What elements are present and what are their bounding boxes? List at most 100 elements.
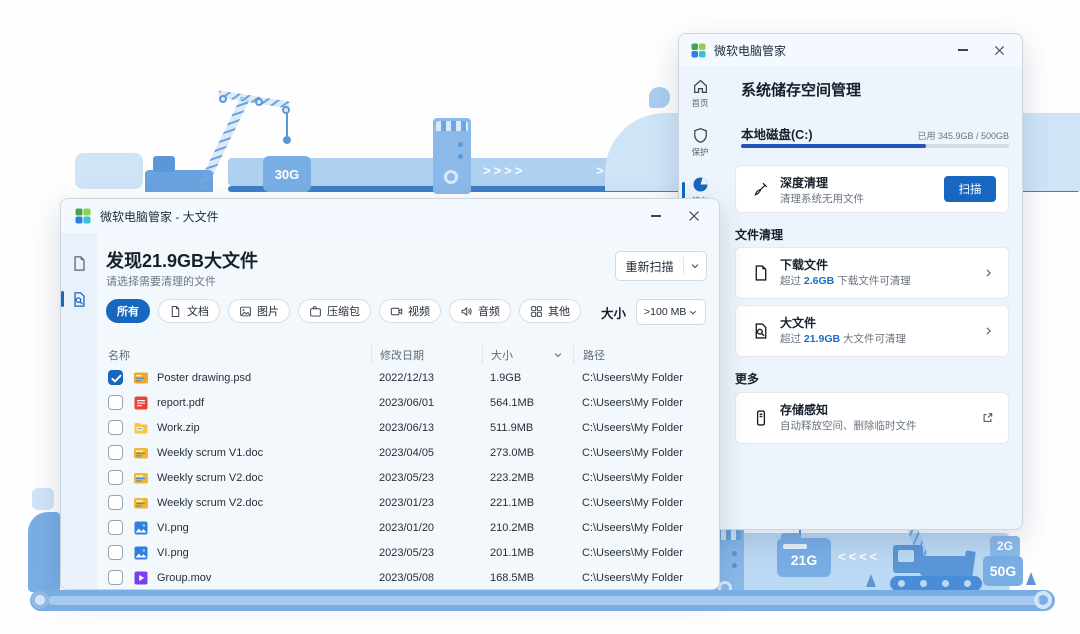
app-logo-icon (75, 208, 91, 224)
row-checkbox[interactable] (108, 495, 123, 510)
file-path: C:\Useers\My Folder (573, 565, 707, 590)
row-checkbox[interactable] (108, 445, 123, 460)
file-name: VI.png (157, 547, 189, 559)
filter-pills: 所有 文档图片 压缩包 视频 音频其他 (106, 299, 581, 323)
row-checkbox[interactable] (108, 370, 123, 385)
size-filter-select[interactable]: >100 MB (636, 299, 706, 325)
more-section-label: 更多 (735, 370, 759, 387)
decor-bottom-bar-stripe (48, 596, 1040, 605)
table-row[interactable]: report.pdf2023/06/01564.1MBC:\Useers\My … (108, 390, 707, 415)
file-png-icon (133, 520, 149, 536)
decor-bar-wheel-right (1034, 591, 1052, 609)
panel-minimize-button[interactable] (944, 34, 982, 66)
file-path: C:\Useers\My Folder (573, 415, 707, 440)
column-date[interactable]: 修改日期 (371, 346, 482, 364)
file-name: Weekly scrum V2.doc (157, 472, 263, 484)
file-path: C:\Useers\My Folder (573, 540, 707, 565)
scan-button[interactable]: 扫描 (944, 176, 996, 202)
shield-icon (692, 127, 709, 144)
sidebar-item-保护[interactable]: 保护 (679, 125, 721, 160)
decor-box-50g: 50G (983, 556, 1023, 586)
row-checkbox[interactable] (108, 470, 123, 485)
external-link-icon (981, 412, 994, 425)
panel-close-button[interactable] (980, 34, 1018, 66)
chevron-down-icon[interactable] (684, 261, 706, 271)
table-row[interactable]: Weekly scrum V2.doc2023/05/23223.2MBC:\U… (108, 465, 707, 490)
filter-pill-label: 视频 (408, 303, 430, 319)
file-path: C:\Useers\My Folder (573, 440, 707, 465)
deep-clean-card[interactable]: 深度清理 清理系统无用文件 扫描 (735, 165, 1009, 213)
file-size: 564.1MB (482, 390, 573, 415)
clean-card-1[interactable]: 大文件超过 21.9GB 大文件可清理 (735, 305, 1009, 357)
decor-crane-cab (153, 156, 175, 172)
main-close-button[interactable] (675, 199, 713, 233)
disk-name: 本地磁盘(C:) (741, 124, 813, 143)
decor-folder-21g: 21G (777, 538, 831, 577)
filter-pill-4[interactable]: 视频 (379, 299, 441, 323)
clean-card-0[interactable]: 下载文件超过 2.6GB 下载文件可清理 (735, 247, 1009, 299)
filter-pill-6[interactable]: 其他 (519, 299, 581, 323)
size-filter-label: 大小 (601, 303, 626, 322)
decor-bar-wheel-left (31, 591, 49, 609)
file-date: 2023/01/23 (371, 490, 482, 515)
table-row[interactable]: Work.zip2023/06/13511.9MBC:\Useers\My Fo… (108, 415, 707, 440)
download-files-nav-icon[interactable] (71, 255, 88, 272)
chev-right-icon[interactable] (983, 268, 994, 279)
filter-pill-label: 压缩包 (327, 303, 360, 319)
file-size: 1.9GB (482, 365, 573, 390)
doc-page-icon (169, 305, 182, 318)
deep-clean-title: 深度清理 (780, 174, 828, 191)
table-row[interactable]: Group.mov2023/05/08168.5MBC:\Useers\My F… (108, 565, 707, 590)
storage-device-icon (752, 409, 770, 427)
large-files-nav-icon[interactable] (71, 291, 88, 308)
file-doc-icon (133, 470, 149, 486)
disk-progress-fill (741, 144, 926, 148)
file-date: 2023/04/05 (371, 440, 482, 465)
page-title: 系统储存空间管理 (741, 79, 861, 100)
sort-chevron-icon[interactable] (553, 350, 563, 360)
column-name[interactable]: 名称 (108, 346, 371, 364)
large-files-window: 微软电脑管家 - 大文件 发现21.9GB大文件 请选择需要清理的文件 重新扫描… (60, 198, 720, 590)
filter-pill-2[interactable]: 图片 (228, 299, 290, 323)
row-checkbox[interactable] (108, 520, 123, 535)
broom-icon (752, 180, 770, 198)
column-path[interactable]: 路径 (573, 346, 707, 364)
table-row[interactable]: Weekly scrum V1.doc2023/04/05273.0MBC:\U… (108, 440, 707, 465)
decor-dozer-cab (893, 545, 923, 573)
table-row[interactable]: Poster drawing.psd2022/12/131.9GBC:\Usee… (108, 365, 707, 390)
filter-pill-0[interactable]: 所有 (106, 299, 150, 323)
home-icon (692, 78, 709, 95)
sidebar-item-首页[interactable]: 首页 (679, 76, 721, 111)
row-checkbox[interactable] (108, 395, 123, 410)
filter-pill-label: 所有 (117, 303, 139, 319)
size-filter-value: >100 MB (644, 306, 686, 318)
storage-sense-subtitle: 自动释放空间、删除临时文件 (780, 418, 917, 433)
table-row[interactable]: Weekly scrum V2.doc2023/01/23221.1MBC:\U… (108, 490, 707, 515)
pie-icon (692, 176, 709, 193)
row-checkbox[interactable] (108, 420, 123, 435)
file-size: 201.1MB (482, 540, 573, 565)
rescan-label: 重新扫描 (616, 258, 683, 275)
storage-sense-card[interactable]: 存储感知 自动释放空间、删除临时文件 (735, 392, 1009, 444)
decor-box-30g: 30G (263, 156, 311, 192)
file-size: 168.5MB (482, 565, 573, 590)
row-checkbox[interactable] (108, 570, 123, 585)
decor-joint (219, 95, 227, 103)
decor-hook-ball (283, 136, 291, 144)
file-png-icon (133, 545, 149, 561)
close-icon (994, 45, 1005, 56)
main-titlebar[interactable]: 微软电脑管家 - 大文件 (61, 199, 719, 233)
main-minimize-button[interactable] (637, 199, 675, 233)
minimize-icon (651, 215, 661, 216)
column-size[interactable]: 大小 (482, 346, 573, 364)
filter-pill-1[interactable]: 文档 (158, 299, 220, 323)
rescan-button[interactable]: 重新扫描 (615, 251, 707, 281)
table-row[interactable]: VI.png2023/05/23201.1MBC:\Useers\My Fold… (108, 540, 707, 565)
disk-progress-bar (741, 144, 1009, 148)
filter-pill-5[interactable]: 音频 (449, 299, 511, 323)
archive-icon (309, 305, 322, 318)
row-checkbox[interactable] (108, 545, 123, 560)
chev-right-icon[interactable] (983, 326, 994, 337)
filter-pill-3[interactable]: 压缩包 (298, 299, 371, 323)
table-row[interactable]: VI.png2023/01/20210.2MBC:\Useers\My Fold… (108, 515, 707, 540)
